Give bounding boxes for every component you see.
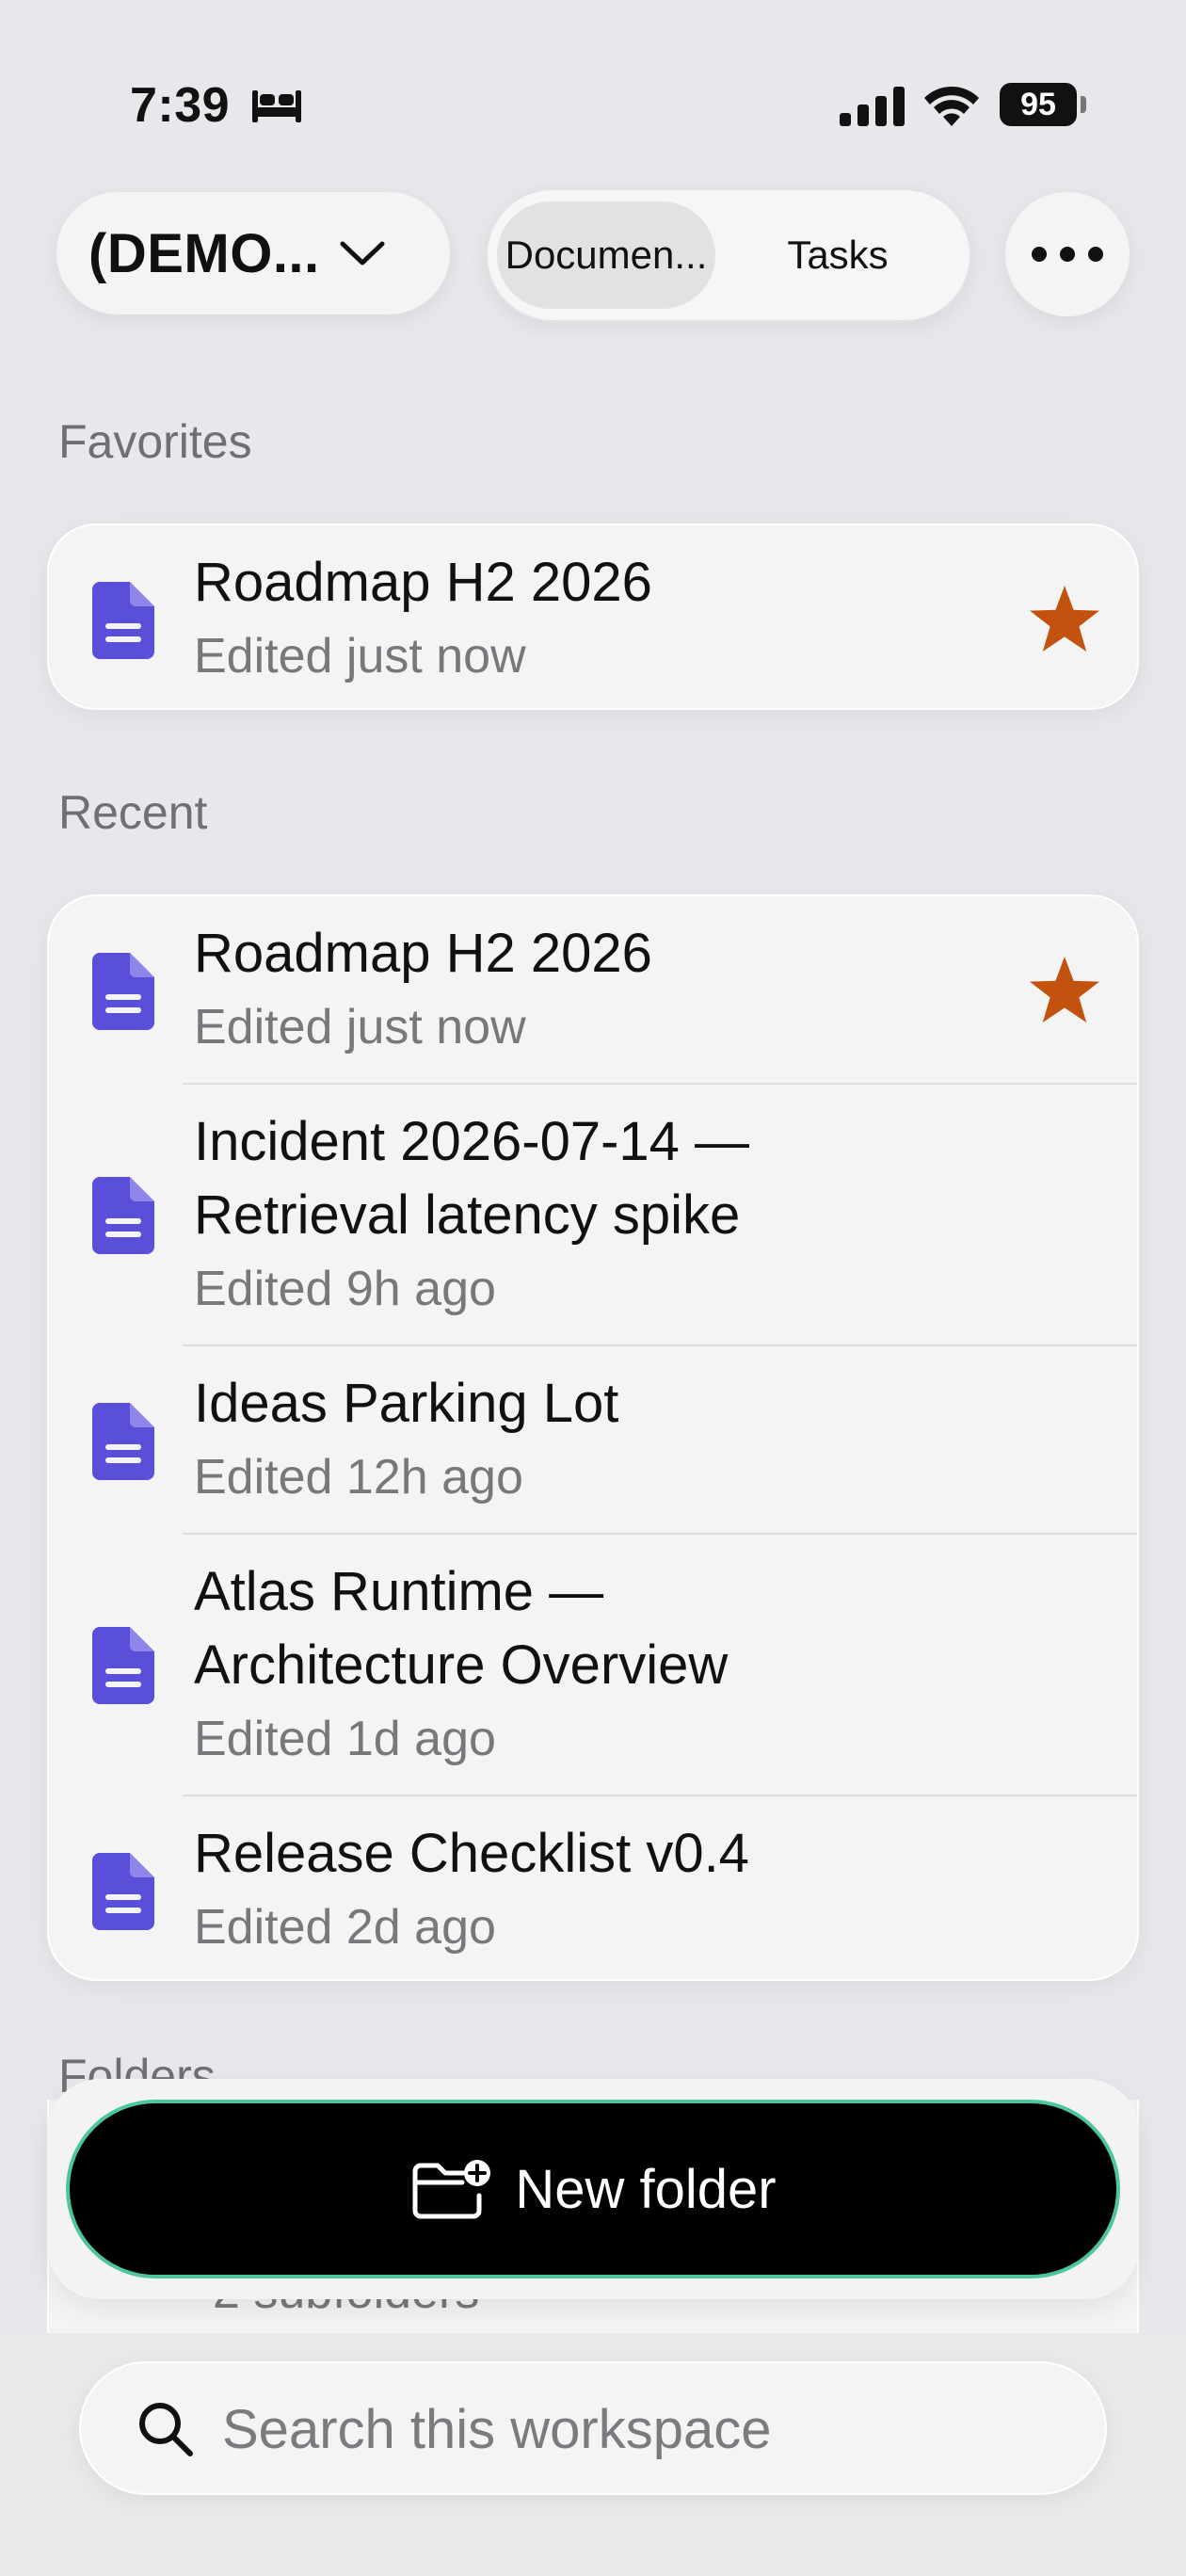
battery-indicator: 95 [1000, 83, 1086, 126]
document-edited: Edited 9h ago [194, 1262, 496, 1316]
document-title: Roadmap H2 2026 [194, 923, 652, 984]
workspace-switcher[interactable]: (DEMO... [56, 192, 450, 314]
document-icon [92, 953, 154, 1030]
new-folder-container: New folder [47, 2079, 1139, 2299]
battery-tip [1081, 96, 1086, 113]
status-time: 7:39 [130, 78, 231, 133]
tab-documents[interactable]: Documen... [497, 201, 715, 309]
document-edited: Edited 12h ago [194, 1450, 523, 1505]
more-icon [1032, 247, 1103, 262]
new-folder-label: New folder [515, 2158, 777, 2220]
recent-list: Roadmap H2 2026 Edited just now Incident… [47, 894, 1139, 1981]
document-title: Release Checklist v0.4 [194, 1823, 749, 1884]
chevron-down-icon [340, 241, 385, 266]
document-title-line-1: Atlas Runtime — [194, 1561, 604, 1622]
document-edited: Edited 2d ago [194, 1900, 496, 1955]
new-folder-button[interactable]: New folder [66, 2100, 1120, 2278]
favorites-heading: Favorites [58, 415, 252, 468]
document-title-line-1: Incident 2026-07-14 — [194, 1111, 750, 1172]
document-title: Roadmap H2 2026 [194, 552, 652, 613]
star-filled-icon[interactable] [1028, 955, 1101, 1024]
favorites-list: Roadmap H2 2026 Edited just now [47, 523, 1139, 710]
document-icon [92, 1177, 154, 1254]
document-edited: Edited just now [194, 629, 526, 684]
tab-tasks[interactable]: Tasks [744, 201, 932, 309]
workspace-name: (DEMO... [88, 222, 320, 284]
document-icon [92, 582, 154, 659]
list-item[interactable]: Roadmap H2 2026 Edited just now [49, 896, 1137, 1085]
document-edited: Edited 1d ago [194, 1712, 496, 1766]
list-item[interactable]: Roadmap H2 2026 Edited just now [49, 525, 1137, 708]
list-item[interactable]: Incident 2026-07-14 — Retrieval latency … [49, 1085, 1137, 1346]
list-item[interactable]: Release Checklist v0.4 Edited 2d ago [49, 1796, 1137, 1979]
battery-level: 95 [1000, 83, 1077, 126]
document-icon [92, 1403, 154, 1480]
view-tabs: Documen... Tasks [486, 188, 971, 322]
document-title-line-2: Architecture Overview [194, 1634, 729, 1696]
document-title: Ideas Parking Lot [194, 1373, 619, 1434]
document-edited: Edited just now [194, 1000, 526, 1055]
more-button[interactable] [1005, 192, 1130, 316]
cellular-signal-icon [840, 87, 905, 126]
folder-plus-icon [412, 2160, 491, 2219]
search-bar[interactable] [79, 2361, 1107, 2495]
list-item[interactable]: Atlas Runtime — Architecture Overview Ed… [49, 1535, 1137, 1796]
star-filled-icon[interactable] [1028, 584, 1101, 653]
wifi-icon [924, 86, 979, 126]
search-icon [139, 2403, 193, 2456]
document-icon [92, 1627, 154, 1704]
list-item[interactable]: Ideas Parking Lot Edited 12h ago [49, 1346, 1137, 1535]
document-icon [92, 1853, 154, 1930]
status-bar: 7:39 95 [0, 0, 1186, 217]
recent-heading: Recent [58, 786, 208, 839]
document-title-line-2: Retrieval latency spike [194, 1184, 741, 1246]
search-input[interactable] [222, 2390, 1069, 2469]
sleep-focus-icon [252, 90, 301, 122]
